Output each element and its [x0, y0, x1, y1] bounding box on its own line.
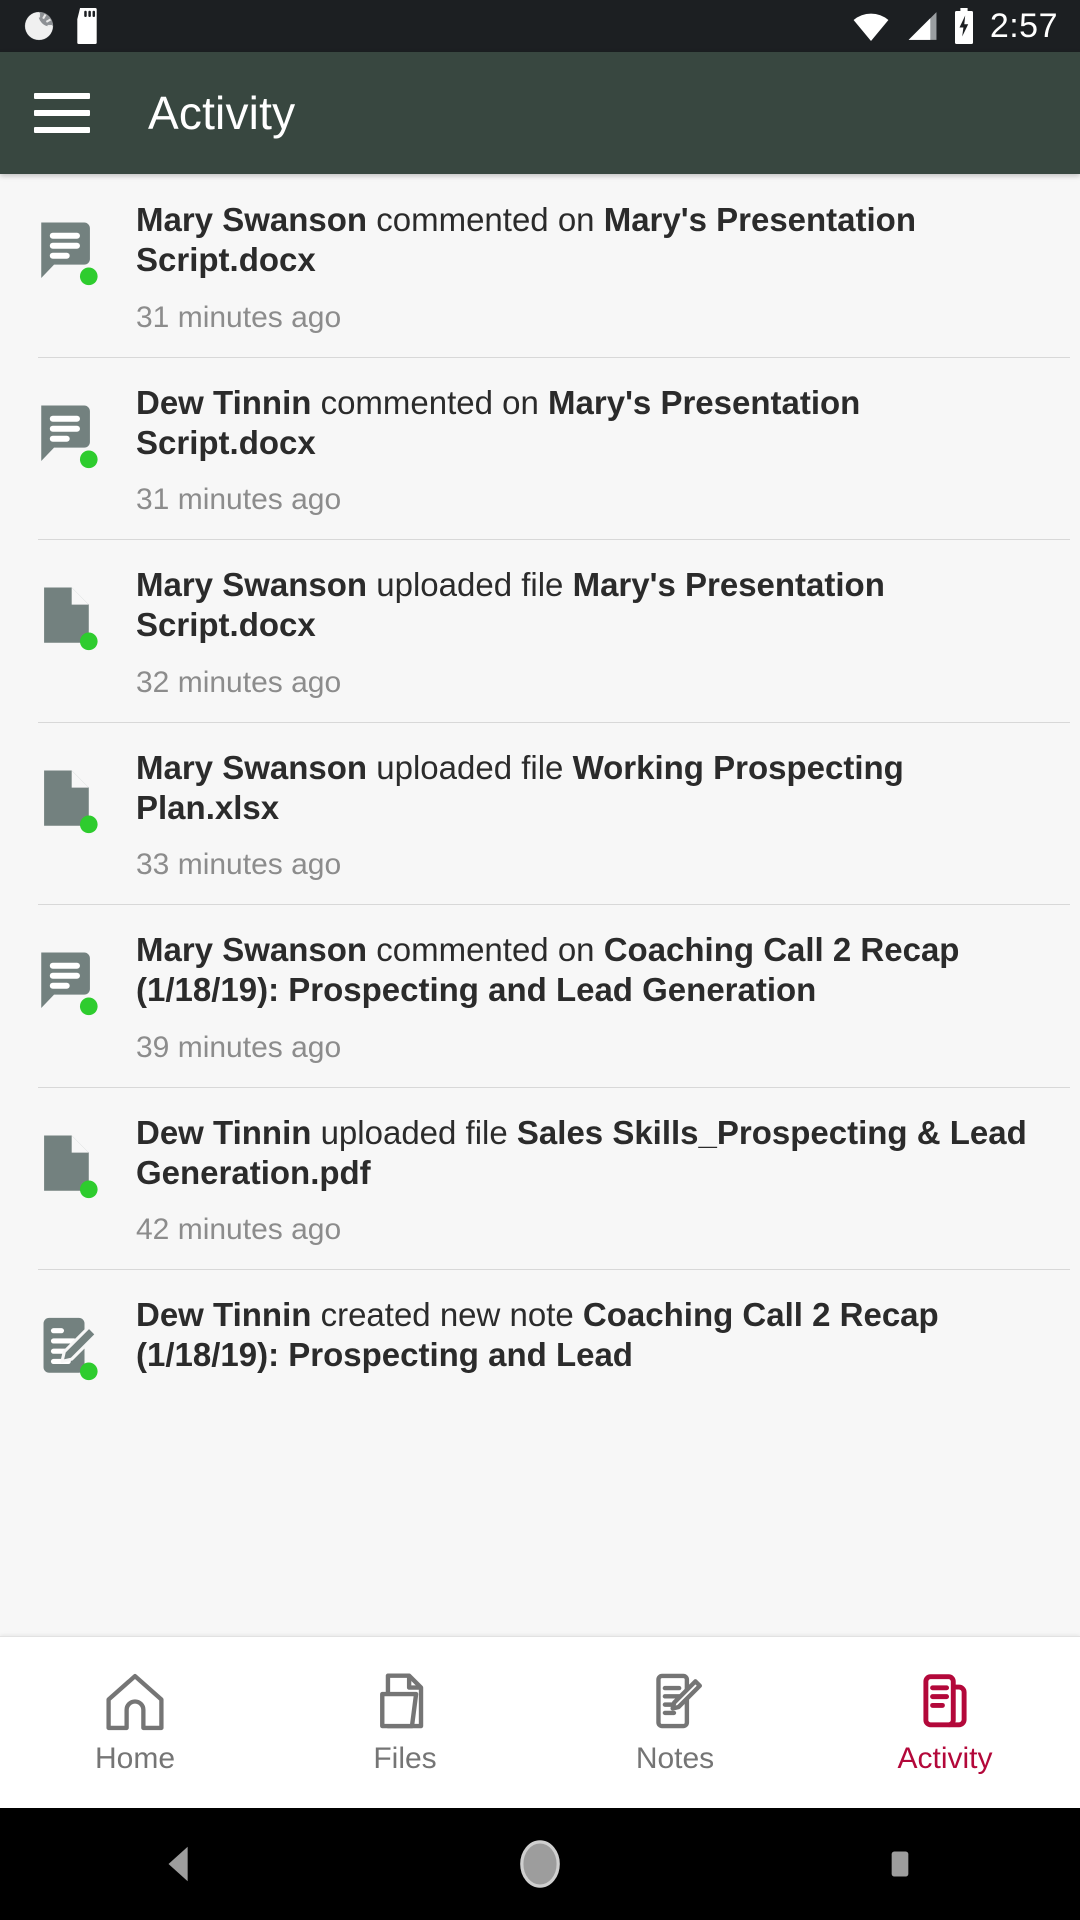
activity-row-text: Dew Tinnin commented on Mary's Presentat…: [136, 383, 861, 461]
activity-row-text: Mary Swanson uploaded file Mary's Presen…: [136, 566, 885, 644]
activity-timestamp: 33 minutes ago: [136, 848, 342, 881]
activity-row[interactable]: Dew Tinnin commented on Mary's Presentat…: [0, 356, 1080, 540]
status-bar-clock: 2:57: [989, 7, 1058, 45]
activity-row[interactable]: Mary Swanson uploaded file Mary's Presen…: [0, 539, 1080, 722]
activity-list[interactable]: Mary Swanson commented on Mary's Present…: [0, 174, 1080, 1748]
hamburger-bar: [34, 127, 90, 133]
back-triangle-icon[interactable]: [90, 1808, 270, 1920]
file-icon: [0, 1113, 136, 1203]
activity-row[interactable]: Mary Swanson commented on Mary's Present…: [0, 174, 1080, 357]
activity-row-body: Mary Swanson commented on Mary's Present…: [136, 200, 1050, 335]
bottom-navigation: Home Files Notes Activity: [0, 1636, 1080, 1808]
activity-row-text: Mary Swanson commented on Coaching Call …: [136, 931, 960, 1009]
nav-label-activity: Activity: [897, 1741, 993, 1775]
comment-icon: [0, 383, 136, 473]
nav-label-files: Files: [373, 1741, 437, 1775]
battery-charging-icon: [952, 8, 976, 44]
file-icon: [0, 565, 136, 655]
activity-timestamp: 42 minutes ago: [136, 1213, 342, 1246]
activity-row[interactable]: Dew Tinnin created new note Coaching Cal…: [0, 1269, 1080, 1407]
sd-card-icon: [72, 8, 102, 44]
activity-row-body: Mary Swanson uploaded file Mary's Presen…: [136, 565, 1050, 700]
notes-icon: [644, 1670, 706, 1732]
status-bar: 2:57: [0, 0, 1080, 52]
recents-square-icon[interactable]: [810, 1808, 990, 1920]
activity-row-body: Dew Tinnin uploaded file Sales Skills_Pr…: [136, 1113, 1050, 1248]
home-circle-icon[interactable]: [450, 1808, 630, 1920]
nav-item-files[interactable]: Files: [270, 1670, 540, 1776]
activity-actor: Mary Swanson: [136, 748, 368, 786]
activity-row-body: Mary Swanson commented on Coaching Call …: [136, 930, 1050, 1065]
sync-spinner-icon: [22, 9, 56, 43]
activity-actor: Dew Tinnin: [136, 1113, 312, 1151]
activity-actor: Dew Tinnin: [136, 1296, 312, 1333]
activity-row-body: Dew Tinnin created new note Coaching Cal…: [136, 1295, 1050, 1376]
comment-icon: [0, 200, 136, 290]
activity-row-text: Mary Swanson uploaded file Working Prosp…: [136, 748, 904, 826]
activity-row-body: Mary Swanson uploaded file Working Prosp…: [136, 748, 1050, 883]
wifi-icon: [852, 10, 890, 42]
app-bar: Activity: [0, 52, 1080, 174]
status-bar-left-icons: [22, 8, 102, 44]
activity-row-text: Dew Tinnin created new note Coaching Cal…: [136, 1296, 939, 1374]
activity-timestamp: 39 minutes ago: [136, 1030, 342, 1064]
activity-timestamp: 32 minutes ago: [136, 665, 342, 699]
activity-icon: [914, 1670, 976, 1732]
activity-timestamp: 31 minutes ago: [136, 300, 342, 334]
activity-row[interactable]: Mary Swanson commented on Coaching Call …: [0, 904, 1080, 1087]
activity-row-text: Dew Tinnin uploaded file Sales Skills_Pr…: [136, 1113, 1027, 1191]
activity-actor: Mary Swanson: [136, 931, 368, 968]
nav-item-activity[interactable]: Activity: [810, 1670, 1080, 1776]
hamburger-menu-icon[interactable]: [34, 93, 90, 133]
comment-icon: [0, 930, 136, 1020]
hamburger-bar: [34, 110, 90, 116]
activity-row-text: Mary Swanson commented on Mary's Present…: [136, 201, 916, 279]
hamburger-bar: [34, 93, 90, 99]
activity-row[interactable]: Dew Tinnin uploaded file Sales Skills_Pr…: [0, 1086, 1080, 1270]
nav-label-notes: Notes: [635, 1741, 715, 1775]
activity-row[interactable]: Mary Swanson uploaded file Working Prosp…: [0, 721, 1080, 905]
note-icon: [0, 1295, 136, 1385]
file-icon: [0, 748, 136, 838]
home-icon: [102, 1670, 168, 1732]
nav-item-home[interactable]: Home: [0, 1670, 270, 1776]
activity-actor: Mary Swanson: [136, 201, 368, 238]
nav-label-home: Home: [94, 1741, 176, 1775]
nav-item-notes[interactable]: Notes: [540, 1670, 810, 1776]
cell-signal-icon: [904, 10, 938, 42]
files-icon: [374, 1670, 436, 1732]
activity-actor: Mary Swanson: [136, 566, 368, 603]
status-bar-right-icons: 2:57: [852, 8, 1058, 44]
activity-timestamp: 31 minutes ago: [136, 483, 342, 516]
system-navigation-bar: [0, 1808, 1080, 1920]
activity-row-body: Dew Tinnin commented on Mary's Presentat…: [136, 383, 1050, 518]
page-title: Activity: [148, 87, 296, 139]
activity-actor: Dew Tinnin: [136, 383, 312, 421]
